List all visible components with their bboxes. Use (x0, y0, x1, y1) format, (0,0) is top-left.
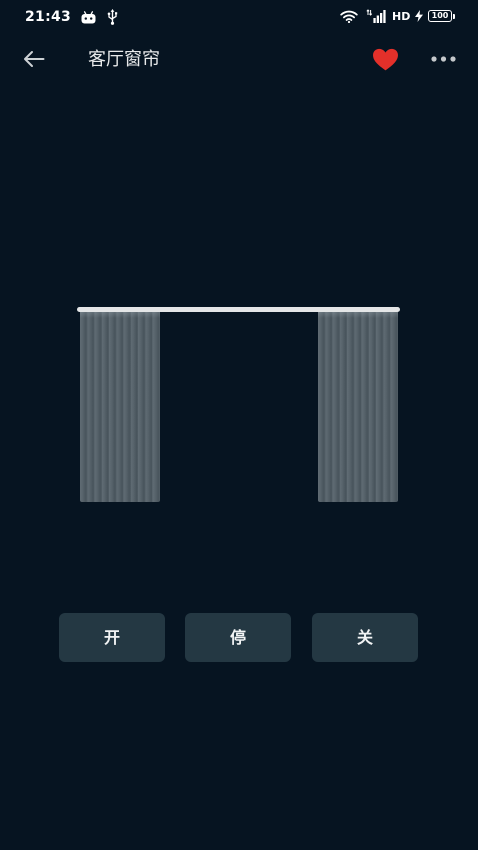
android-icon (81, 11, 96, 24)
battery-icon: 100 (428, 10, 452, 22)
open-button[interactable]: 开 (59, 613, 165, 662)
signal-icon (366, 9, 387, 23)
curtain-panel-left (80, 312, 160, 502)
status-bar: 21:43 HD 100 (0, 0, 478, 34)
more-horizontal-icon[interactable] (431, 56, 456, 62)
network-label: HD (392, 10, 411, 23)
usb-icon (107, 9, 118, 25)
arrow-left-icon[interactable] (23, 50, 45, 68)
close-button[interactable]: 关 (312, 613, 418, 662)
battery-tip (453, 14, 455, 19)
charging-icon (415, 10, 423, 22)
battery-level: 100 (431, 11, 449, 20)
app-header (0, 40, 478, 80)
curtain-rod (77, 307, 400, 312)
status-time: 21:43 (25, 9, 72, 25)
curtain-visual (0, 300, 478, 510)
heart-icon[interactable] (372, 48, 399, 71)
curtain-panel-right (318, 312, 398, 502)
page-title: 客厅窗帘 (88, 49, 160, 70)
stop-button[interactable]: 停 (185, 613, 291, 662)
wifi-icon (340, 10, 358, 23)
